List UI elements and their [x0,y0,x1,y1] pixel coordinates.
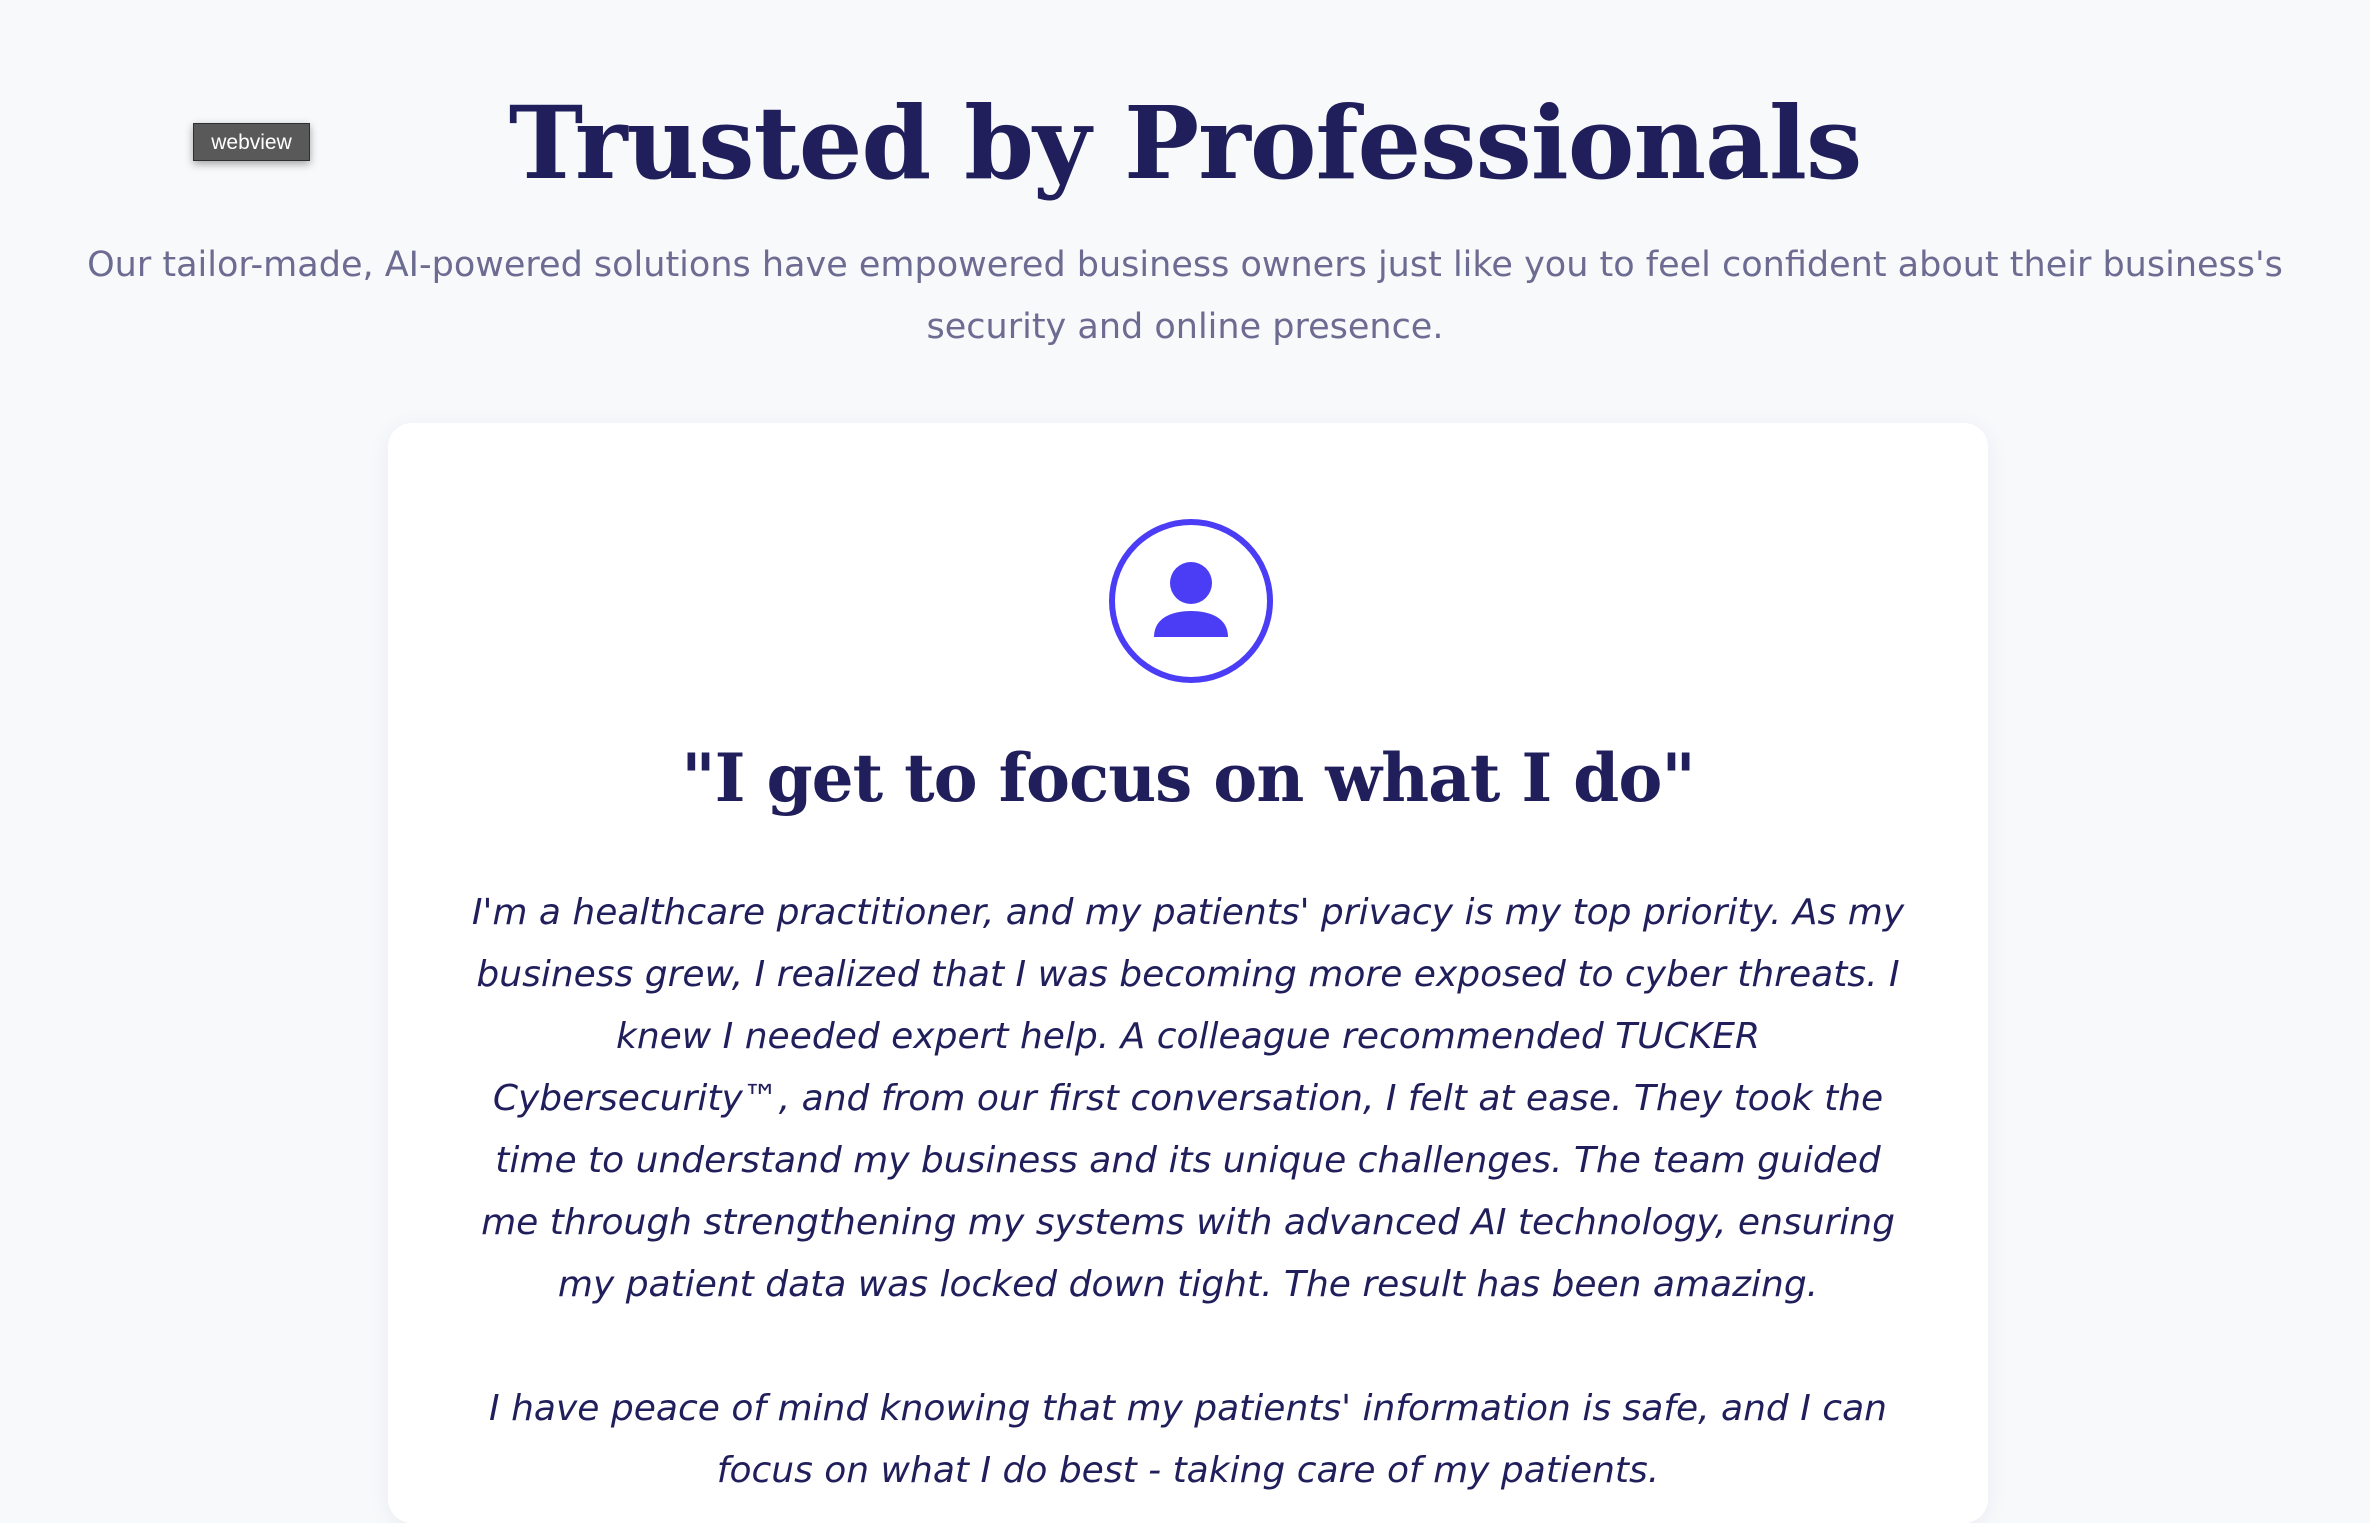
testimonial-paragraph-2: I have peace of mind knowing that my pat… [489,1388,1887,1491]
testimonial-paragraph-1: I'm a healthcare practitioner, and my pa… [471,892,1905,1305]
avatar [1109,519,1273,683]
page-title: Trusted by Professionals [508,84,1863,202]
page-subtitle: Our tailor-made, AI-powered solutions ha… [87,245,2283,347]
user-icon [1154,562,1228,637]
testimonial-title: "I get to focus on what I do" [681,739,1695,817]
